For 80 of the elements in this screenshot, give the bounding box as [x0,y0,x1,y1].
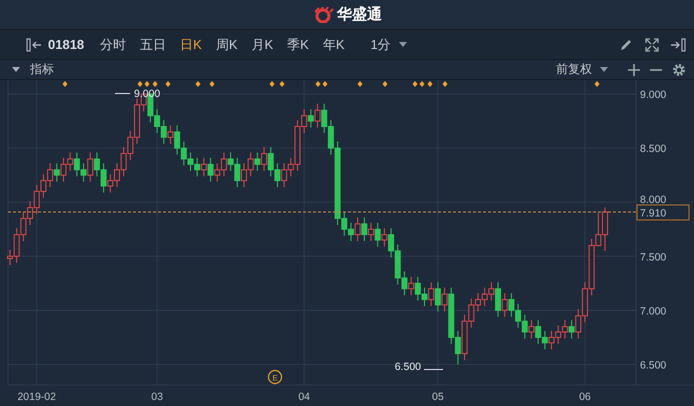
period-tab[interactable]: 年K [316,34,351,56]
candlestick [87,152,94,182]
event-badge-label: E [272,374,278,382]
candlestick [308,108,314,128]
event-marker-icon[interactable] [270,81,274,87]
logo-icon [312,6,334,22]
period-tab[interactable]: 五日 [134,34,172,56]
candlestick [368,222,374,242]
period-tab[interactable]: 分时 [94,34,132,56]
event-marker-icon[interactable] [594,81,600,87]
y-axis-label: 7.000 [640,305,666,318]
event-marker-icon[interactable] [280,81,284,87]
event-badge[interactable] [268,370,282,384]
event-marker-icon[interactable] [152,81,158,87]
interval-dropdown[interactable]: 1分 [364,34,413,54]
candlestick [381,228,388,248]
period-tab[interactable]: 季K [281,34,315,56]
x-axis-label: 2019-02 [17,391,56,403]
candlestick [200,157,207,177]
candlestick [167,124,174,144]
event-marker-icon[interactable] [358,81,362,87]
x-axis-label: 05 [432,391,444,403]
period-tab[interactable]: 日K [174,34,208,56]
candlestick [408,276,414,296]
candlestick [434,282,441,312]
y-axis-label: 7.500 [640,251,666,264]
event-marker-icon[interactable] [428,81,432,87]
last-price-label: 7.910 [640,207,666,220]
adjustment-dropdown[interactable]: 前复权 [550,60,614,79]
event-marker-icon[interactable] [316,81,320,87]
event-marker-icon[interactable] [412,81,418,87]
event-marker-icon[interactable] [382,81,388,87]
event-marker-icon[interactable] [138,81,142,87]
y-axis-label: 9.000 [640,89,666,102]
period-tab[interactable]: 月K [246,34,280,56]
candlestick [54,162,60,182]
stock-symbol: 01818 [48,37,84,52]
event-marker-icon[interactable] [442,81,448,87]
candlestick [502,292,508,318]
candlestick [314,103,321,128]
candlestick [254,152,260,172]
y-axis-label: 8.000 [640,194,666,206]
x-axis-label: 03 [151,391,163,403]
candlestick [374,222,381,248]
candlestick [495,282,502,318]
x-axis-label: 04 [298,391,310,403]
low-marker-line [424,369,444,370]
candlestick [568,320,575,339]
indicator-label[interactable]: 指标 [30,61,54,78]
candlestick [528,320,534,339]
app-title: 华盛通 [337,5,382,24]
event-marker-icon[interactable] [166,81,170,87]
event-marker-icon[interactable] [62,81,68,87]
period-tab[interactable]: 周K [210,34,244,56]
fullscreen-icon[interactable] [644,36,660,52]
caret-icon[interactable] [12,67,20,72]
y-axis-label: 8.500 [640,143,666,156]
expand-panel-icon[interactable] [670,38,686,52]
high-marker-line [114,93,130,94]
x-axis-label: 06 [579,391,591,403]
caret-icon [398,42,407,47]
settings-icon[interactable] [672,62,686,76]
candlestick [261,146,268,172]
high-price-label: 9.000 [134,88,160,100]
y-axis-label: 6.500 [640,359,666,372]
candlestick [442,287,448,312]
plus-icon[interactable] [628,64,640,76]
candlestick [354,216,361,242]
event-marker-icon[interactable] [196,81,200,87]
event-marker-icon[interactable] [420,81,424,87]
collapse-panel-icon[interactable] [26,38,42,52]
last-price-box [636,204,690,220]
event-marker-icon[interactable] [144,81,150,87]
event-marker-icon[interactable] [322,81,328,87]
candlestick [428,282,434,307]
caret-icon [600,67,608,72]
candlestick [208,157,214,182]
low-price-label: 6.500 [394,361,421,373]
event-marker-icon[interactable] [210,81,214,87]
candlestick [361,216,368,242]
